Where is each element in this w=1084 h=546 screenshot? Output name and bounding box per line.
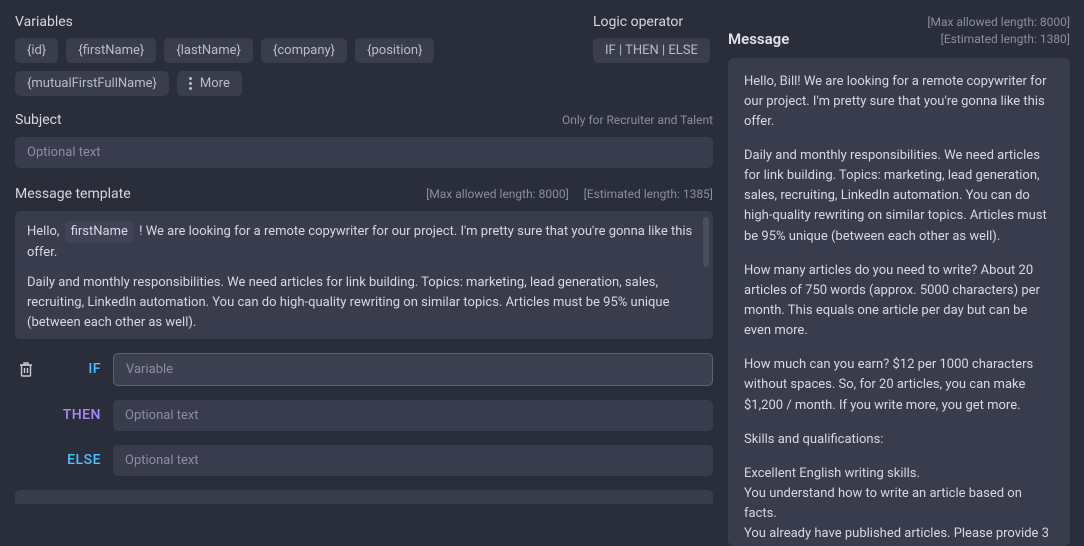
chip-more-label: More (200, 76, 230, 91)
msg-line: You already have published articles. Ple… (744, 526, 1049, 546)
chip-more[interactable]: More (177, 71, 242, 96)
msg-para: Daily and monthly responsibilities. We n… (744, 146, 1054, 247)
subject-label: Subject (15, 112, 62, 128)
subject-hint: Only for Recruiter and Talent (562, 112, 713, 129)
left-panel: Variables {id} {firstName} {lastName} {c… (0, 0, 728, 546)
keyword-then: THEN (49, 407, 101, 423)
keyword-else: ELSE (49, 452, 101, 468)
keyword-if: IF (49, 361, 101, 377)
chip-firstname[interactable]: {firstName} (66, 38, 156, 63)
message-meta: [Max allowed length: 8000] [Estimated le… (927, 14, 1070, 48)
template-paragraph: Hello, firstName ! We are looking for a … (27, 221, 701, 263)
template-est: [Estimated length: 1385] (584, 187, 713, 201)
chip-company[interactable]: {company} (261, 38, 347, 63)
message-template-editor[interactable]: Hello, firstName ! We are looking for a … (15, 211, 713, 339)
message-template-label: Message template (15, 186, 131, 202)
logic-operator-label: Logic operator (593, 14, 713, 30)
chip-position[interactable]: {position} (355, 38, 434, 63)
variables-label: Variables (15, 14, 583, 30)
chip-mutual[interactable]: {mutualFirstFullName} (15, 71, 169, 96)
delete-logic-icon[interactable] (15, 361, 37, 377)
next-block-peek (15, 490, 713, 504)
message-preview-title: Message (728, 30, 789, 48)
chip-lastname[interactable]: {lastName} (164, 38, 253, 63)
msg-line: Excellent English writing skills. (744, 466, 920, 481)
chip-id[interactable]: {id} (15, 38, 58, 63)
logic-block: IF THEN ELSE (15, 353, 713, 476)
msg-para: How many articles do you need to write? … (744, 261, 1054, 342)
msg-max: [Max allowed length: 8000] (927, 15, 1070, 29)
template-max: [Max allowed length: 8000] (426, 187, 569, 201)
template-text: Hello, (27, 224, 63, 239)
msg-para: Hello, Bill! We are looking for a remote… (744, 72, 1054, 132)
else-input[interactable] (113, 445, 713, 476)
msg-para: How much can you earn? $12 per 1000 char… (744, 355, 1054, 415)
then-input[interactable] (113, 400, 713, 431)
msg-est: [Estimated length: 1380] (941, 32, 1070, 46)
message-preview-body: Hello, Bill! We are looking for a remote… (728, 58, 1070, 546)
msg-list: Excellent English writing skills. You un… (744, 464, 1054, 546)
msg-line: You understand how to write an article b… (744, 486, 1022, 521)
subject-input[interactable] (15, 137, 713, 168)
chip-logic-operator[interactable]: IF | THEN | ELSE (593, 38, 710, 63)
if-variable-input[interactable] (113, 353, 713, 386)
template-meta: [Max allowed length: 8000] [Estimated le… (426, 186, 713, 203)
msg-para: Skills and qualifications: (744, 430, 1054, 450)
variable-chips: {id} {firstName} {lastName} {company} {p… (15, 38, 583, 96)
token-firstname[interactable]: firstName (65, 221, 134, 243)
template-paragraph: Daily and monthly responsibilities. We n… (27, 273, 701, 333)
right-panel: Message [Max allowed length: 8000] [Esti… (728, 0, 1084, 546)
more-dots-icon (189, 77, 192, 90)
